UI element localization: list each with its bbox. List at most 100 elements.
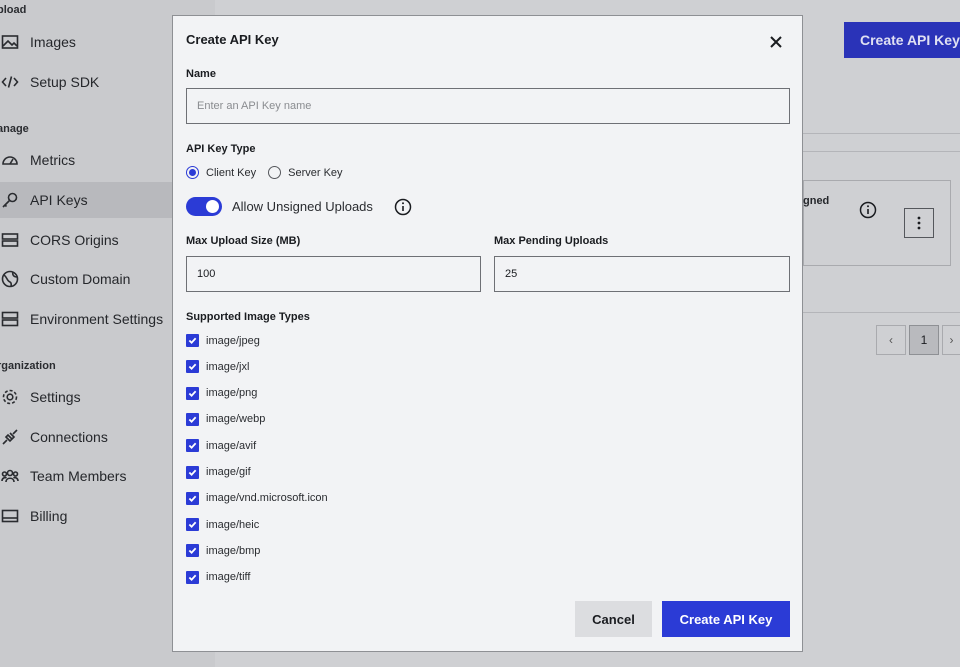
card-icon xyxy=(1,507,19,525)
name-label: Name xyxy=(186,68,216,80)
server-key-radio[interactable] xyxy=(268,166,282,179)
image-icon xyxy=(1,33,19,51)
api-key-type-label: API Key Type xyxy=(186,143,256,155)
sidebar-item-label: Billing xyxy=(30,508,68,524)
image-type-label: image/heic xyxy=(206,518,260,531)
sidebar-item-label: Metrics xyxy=(30,152,76,168)
image-type-option[interactable]: image/avif xyxy=(186,439,257,453)
pager-next-button[interactable]: › xyxy=(942,325,960,355)
server-key-label[interactable]: Server Key xyxy=(288,167,342,179)
sidebar-item-label: Images xyxy=(30,34,76,50)
image-type-checkbox[interactable] xyxy=(186,570,199,584)
stack-icon xyxy=(1,231,19,249)
sidebar-item-label: API Keys xyxy=(30,192,88,208)
image-type-checkbox[interactable] xyxy=(186,360,199,374)
api-key-type-group: Client Key Server Key xyxy=(186,166,355,179)
image-type-label: image/png xyxy=(206,387,258,400)
sidebar-item-label: Team Members xyxy=(30,468,127,484)
client-key-radio[interactable] xyxy=(186,166,199,179)
client-key-label[interactable]: Client Key xyxy=(206,167,256,179)
image-type-label: image/tiff xyxy=(206,571,251,584)
allow-unsigned-uploads-label: Allow Unsigned Uploads xyxy=(232,199,373,214)
image-type-option[interactable]: image/webp xyxy=(186,412,266,426)
image-type-option[interactable]: image/gif xyxy=(186,465,251,479)
close-icon xyxy=(770,36,782,48)
image-type-checkbox[interactable] xyxy=(186,386,199,400)
image-type-checkbox[interactable] xyxy=(186,334,199,347)
image-type-label: image/webp xyxy=(206,413,266,426)
server-icon xyxy=(1,310,19,328)
sidebar-item-label: Environment Settings xyxy=(30,311,164,327)
sidebar-item-label: Settings xyxy=(30,389,81,405)
kebab-icon xyxy=(917,216,921,230)
chevron-right-icon: › xyxy=(949,333,954,347)
image-type-option[interactable]: image/heic xyxy=(186,518,260,532)
create-api-key-modal: Create API Key Name API Key Type Client … xyxy=(172,15,803,652)
image-type-label: image/gif xyxy=(206,466,251,478)
image-type-checkbox[interactable] xyxy=(186,439,199,453)
image-type-label: image/avif xyxy=(206,439,257,452)
image-type-option[interactable]: image/vnd.microsoft.icon xyxy=(186,491,328,505)
kebab-menu-button[interactable] xyxy=(904,208,934,238)
sidebar-item-label: CORS Origins xyxy=(30,232,119,248)
image-type-option[interactable]: image/png xyxy=(186,386,258,400)
gear-icon xyxy=(1,388,19,406)
modal-title: Create API Key xyxy=(186,32,279,47)
sidebar-section-manage: anage xyxy=(0,123,29,135)
globe-icon xyxy=(1,270,19,288)
image-type-option[interactable]: image/jxl xyxy=(186,360,250,374)
close-button[interactable] xyxy=(766,32,786,52)
plug-icon xyxy=(1,428,19,446)
pager-prev-button[interactable]: ‹ xyxy=(876,325,906,355)
image-type-checkbox[interactable] xyxy=(186,465,199,479)
max-upload-size-label: Max Upload Size (MB) xyxy=(186,235,301,247)
checkmark-icon xyxy=(188,337,197,345)
image-type-option[interactable]: image/jpeg xyxy=(186,334,260,347)
checkmark-icon xyxy=(188,416,197,423)
divider xyxy=(803,151,960,152)
checkmark-icon xyxy=(188,442,197,450)
image-type-label: image/vnd.microsoft.icon xyxy=(206,492,328,505)
create-api-key-button[interactable]: Create API Key xyxy=(662,601,790,637)
max-pending-uploads-label: Max Pending Uploads xyxy=(494,235,609,247)
sidebar-section-upload: pload xyxy=(0,4,27,16)
image-type-option[interactable]: image/tiff xyxy=(186,570,251,584)
max-pending-uploads-input[interactable] xyxy=(494,256,790,292)
divider xyxy=(803,312,960,313)
info-icon[interactable] xyxy=(859,201,877,219)
sidebar-item-label: Custom Domain xyxy=(30,271,131,287)
name-input[interactable] xyxy=(186,88,790,124)
image-type-label: image/jxl xyxy=(206,360,250,373)
image-type-label: image/bmp xyxy=(206,544,261,557)
users-icon xyxy=(1,467,19,485)
sidebar-item-label: Connections xyxy=(30,429,108,445)
pager-page-button[interactable]: 1 xyxy=(909,325,939,355)
checkmark-icon xyxy=(188,469,197,476)
image-type-checkbox[interactable] xyxy=(186,412,199,426)
checkmark-icon xyxy=(188,521,197,529)
checkmark-icon xyxy=(188,495,197,502)
image-type-checkbox[interactable] xyxy=(186,518,199,532)
code-icon xyxy=(1,73,19,91)
divider xyxy=(803,133,960,134)
image-type-label: image/jpeg xyxy=(206,334,260,347)
gauge-icon xyxy=(1,151,19,169)
checkmark-icon xyxy=(188,363,197,371)
allow-unsigned-uploads-toggle[interactable] xyxy=(186,197,222,216)
checkmark-icon xyxy=(188,574,197,581)
max-upload-size-input[interactable] xyxy=(186,256,481,292)
create-api-key-button-background[interactable]: Create API Key xyxy=(844,22,960,58)
image-type-checkbox[interactable] xyxy=(186,491,199,505)
key-icon xyxy=(1,191,19,209)
image-type-option[interactable]: image/bmp xyxy=(186,544,261,558)
cancel-button[interactable]: Cancel xyxy=(575,601,652,637)
chevron-left-icon: ‹ xyxy=(889,333,893,347)
info-icon[interactable] xyxy=(394,198,412,216)
supported-image-types-label: Supported Image Types xyxy=(186,311,310,323)
image-type-checkbox[interactable] xyxy=(186,544,199,558)
card-column-label: gned xyxy=(803,195,830,207)
checkmark-icon xyxy=(188,390,197,397)
checkmark-icon xyxy=(188,548,197,555)
sidebar-item-label: Setup SDK xyxy=(30,74,100,90)
sidebar-section-organization: rganization xyxy=(0,360,56,372)
